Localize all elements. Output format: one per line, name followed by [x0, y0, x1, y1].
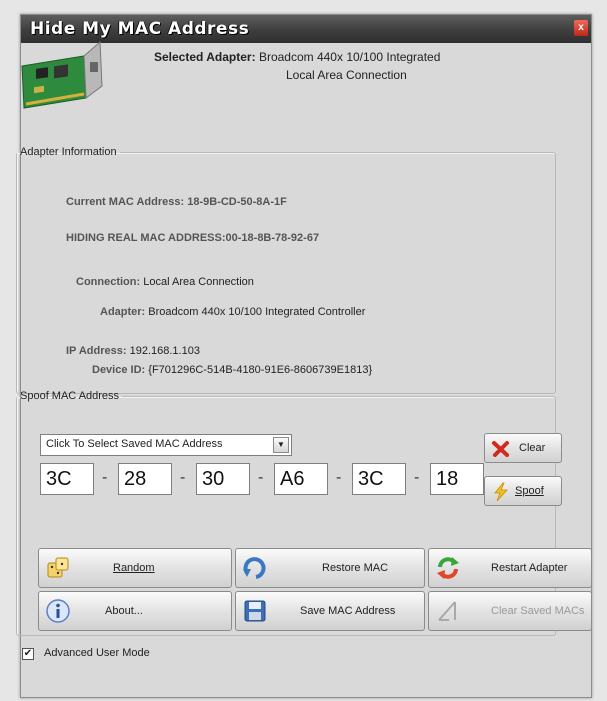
mac-separator: -	[258, 469, 264, 486]
restore-arrow-icon	[243, 557, 266, 579]
device-id-row: Device ID: {F701296C-514B-4180-91E6-8606…	[92, 364, 372, 376]
about-button-label: About...	[105, 605, 143, 617]
selected-adapter-label: Selected Adapter:	[154, 50, 256, 64]
mac-octet-4[interactable]: A6	[274, 463, 328, 495]
device-id-label: Device ID:	[92, 364, 146, 376]
selected-adapter-line1: Selected Adapter: Broadcom 440x 10/100 I…	[154, 50, 440, 64]
clear-button[interactable]: Clear	[484, 433, 562, 463]
selected-adapter-connection: Local Area Connection	[286, 68, 407, 82]
save-mac-address-button-label: Save MAC Address	[300, 605, 396, 617]
ip-value: 192.168.1.103	[129, 345, 200, 357]
advanced-user-mode-checkbox[interactable]: ✔	[22, 648, 34, 660]
spoof-button[interactable]: Spoof	[484, 476, 562, 506]
info-icon	[46, 599, 70, 623]
ip-label: IP Address:	[66, 345, 127, 357]
connection-label: Connection:	[76, 276, 141, 288]
spoof-button-label: Spoof	[515, 485, 544, 497]
current-mac-value: 18-9B-CD-50-8A-1F	[187, 196, 287, 208]
dice-icon	[47, 557, 69, 578]
random-button-label: Random	[113, 562, 155, 574]
hiding-mac-label: HIDING REAL MAC ADDRESS:	[66, 232, 226, 244]
adapter-value: Broadcom 440x 10/100 Integrated Controll…	[148, 306, 366, 318]
floppy-disk-icon	[244, 600, 266, 622]
adapter-label: Adapter:	[100, 306, 146, 318]
device-id-value: {F701296C-514B-4180-91E6-8606739E1813}	[148, 364, 373, 376]
restore-mac-button[interactable]: Restore MAC	[235, 548, 425, 588]
mac-separator: -	[180, 469, 186, 486]
connection-row: Connection: Local Area Connection	[76, 276, 254, 288]
mac-octet-6[interactable]: 18	[430, 463, 484, 495]
saved-mac-select[interactable]: Click To Select Saved MAC Address ▼	[40, 434, 292, 456]
hiding-mac-row: HIDING REAL MAC ADDRESS:00-18-8B-78-92-6…	[66, 232, 319, 244]
random-button[interactable]: Random	[38, 548, 232, 588]
about-button[interactable]: About...	[38, 591, 232, 631]
check-icon: ✔	[23, 648, 33, 659]
restore-mac-button-label: Restore MAC	[322, 562, 389, 574]
current-mac-row: Current MAC Address: 18-9B-CD-50-8A-1F	[66, 196, 287, 208]
mac-octet-5[interactable]: 3C	[352, 463, 406, 495]
clear-saved-icon	[438, 601, 456, 621]
restart-adapter-button-label: Restart Adapter	[491, 562, 568, 574]
clear-saved-macs-button-label: Clear Saved MACs	[491, 605, 585, 617]
saved-mac-select-value: Click To Select Saved MAC Address	[46, 438, 223, 450]
advanced-user-mode-label: Advanced User Mode	[44, 647, 150, 659]
restart-arrows-icon	[437, 557, 459, 579]
lightning-icon	[494, 482, 508, 502]
mac-octet-2[interactable]: 28	[118, 463, 172, 495]
mac-separator: -	[336, 469, 342, 486]
clear-button-label: Clear	[519, 442, 546, 454]
mac-octet-1[interactable]: 3C	[40, 463, 94, 495]
save-mac-address-button[interactable]: Save MAC Address	[235, 591, 425, 631]
ip-row: IP Address: 192.168.1.103	[66, 345, 200, 357]
mac-separator: -	[102, 469, 108, 486]
chevron-down-icon[interactable]: ▼	[273, 437, 289, 453]
close-icon[interactable]: x	[574, 20, 588, 36]
spoof-mac-legend: Spoof MAC Address	[20, 390, 120, 402]
restart-adapter-button[interactable]: Restart Adapter	[428, 548, 592, 588]
network-card-icon	[21, 40, 103, 109]
adapter-information-legend: Adapter Information	[20, 146, 117, 158]
mac-octet-3[interactable]: 30	[196, 463, 250, 495]
clear-saved-macs-button[interactable]: Clear Saved MACs	[428, 591, 592, 631]
hiding-mac-value: 00-18-8B-78-92-67	[225, 232, 320, 244]
connection-value: Local Area Connection	[143, 276, 254, 288]
selected-adapter-value: Broadcom 440x 10/100 Integrated	[258, 50, 441, 64]
mac-separator: -	[414, 469, 420, 486]
current-mac-label: Current MAC Address:	[66, 196, 185, 208]
red-x-icon	[492, 441, 509, 457]
adapter-row: Adapter: Broadcom 440x 10/100 Integrated…	[100, 306, 365, 318]
